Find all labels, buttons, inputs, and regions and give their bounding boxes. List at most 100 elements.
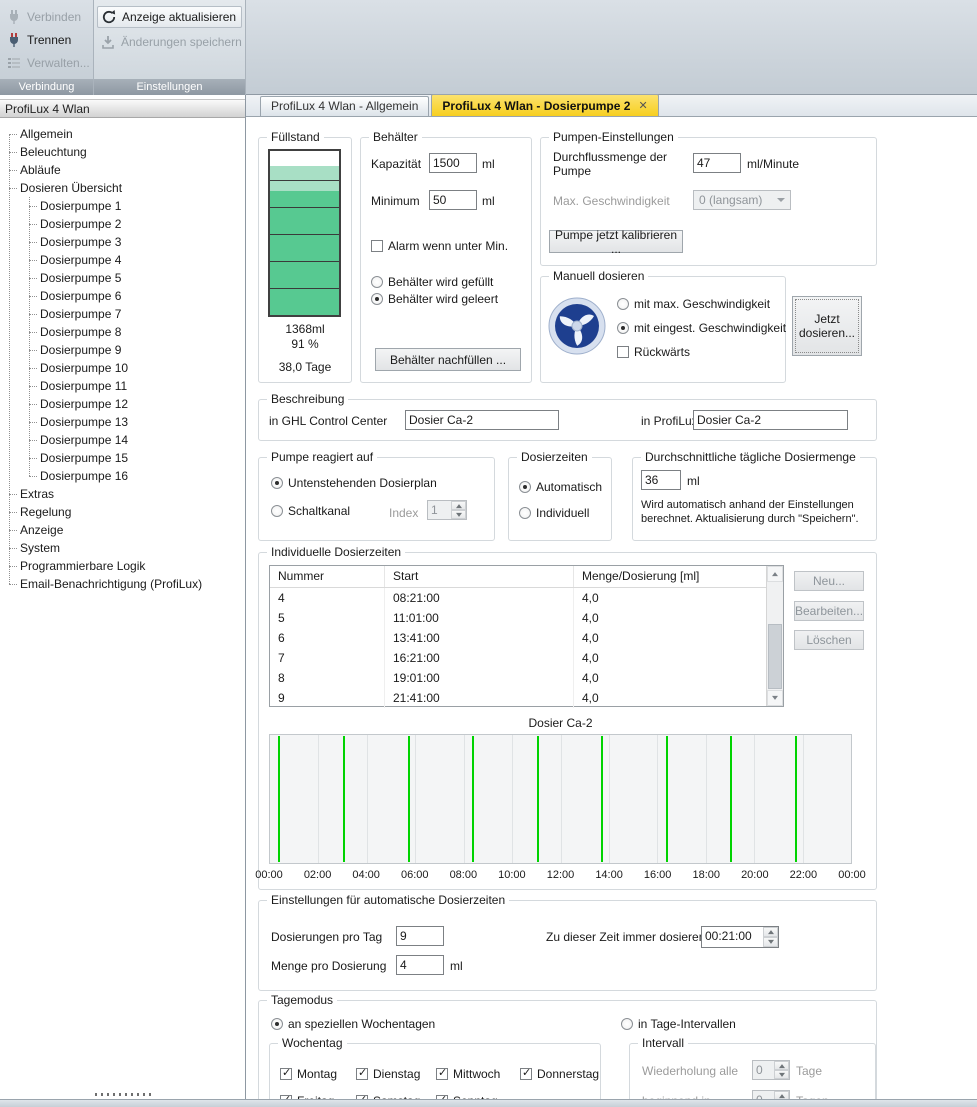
weekday-checkbox-dienstag[interactable]: Dienstag bbox=[356, 1067, 436, 1081]
sidebar-item-email-benachrichtigung-profilux[interactable]: Email-Benachrichtigung (ProfiLux) bbox=[0, 575, 245, 593]
sidebar-item-dosierpumpe-4[interactable]: Dosierpumpe 4 bbox=[0, 251, 245, 269]
weekday-checkbox-mittwoch[interactable]: Mittwoch bbox=[436, 1067, 520, 1081]
wochentage-radio[interactable]: an speziellen Wochentagen bbox=[271, 1017, 435, 1031]
tab-label: ProfiLux 4 Wlan - Allgemein bbox=[271, 99, 418, 113]
table-row[interactable]: 613:41:004,0 bbox=[270, 628, 766, 648]
column-header[interactable]: Menge/Dosierung [ml] bbox=[574, 566, 766, 587]
scroll-up-button[interactable] bbox=[767, 566, 783, 582]
scrollbar-thumb[interactable] bbox=[768, 624, 782, 689]
column-header[interactable]: Start bbox=[385, 566, 574, 587]
close-icon[interactable] bbox=[638, 96, 647, 116]
spinner-up-icon[interactable] bbox=[774, 1091, 789, 1099]
spinner-down-icon[interactable] bbox=[763, 937, 778, 947]
bearbeiten-button[interactable]: Bearbeiten... bbox=[794, 601, 864, 621]
connect-button[interactable]: Verbinden bbox=[3, 6, 90, 28]
spinner-up-icon[interactable] bbox=[451, 501, 466, 510]
save-changes-button[interactable]: Änderungen speichern bbox=[97, 31, 242, 53]
loeschen-button[interactable]: Löschen bbox=[794, 630, 864, 650]
splitter-grip[interactable] bbox=[95, 1093, 153, 1096]
pumpen-einstellungen-title: Pumpen-Einstellungen bbox=[549, 130, 678, 144]
sidebar-item-system[interactable]: System bbox=[0, 539, 245, 557]
spinner-down-icon[interactable] bbox=[451, 510, 466, 519]
intervall-radio[interactable]: in Tage-Intervallen bbox=[621, 1017, 736, 1031]
tab-allgemein[interactable]: ProfiLux 4 Wlan - Allgemein bbox=[260, 96, 429, 116]
sidebar-item-anzeige[interactable]: Anzeige bbox=[0, 521, 245, 539]
table-row[interactable]: 819:01:004,0 bbox=[270, 668, 766, 688]
fixe-zeit-spinner[interactable]: 00:21:00 bbox=[701, 926, 779, 948]
table-cell: 13:41:00 bbox=[385, 628, 574, 648]
scroll-down-button[interactable] bbox=[767, 690, 783, 706]
sidebar-item-regelung[interactable]: Regelung bbox=[0, 503, 245, 521]
sidebar-item-dosierpumpe-12[interactable]: Dosierpumpe 12 bbox=[0, 395, 245, 413]
kalibrieren-button[interactable]: Pumpe jetzt kalibrieren ... bbox=[549, 230, 683, 253]
dosiermenge-input[interactable] bbox=[641, 470, 681, 490]
dosierungen-pro-tag-input[interactable] bbox=[396, 926, 444, 946]
sidebar-item-dosierpumpe-9[interactable]: Dosierpumpe 9 bbox=[0, 341, 245, 359]
refresh-view-button[interactable]: Anzeige aktualisieren bbox=[97, 6, 242, 28]
table-row[interactable]: 511:01:004,0 bbox=[270, 608, 766, 628]
sidebar-item-dosierpumpe-14[interactable]: Dosierpumpe 14 bbox=[0, 431, 245, 449]
nachfuellen-button[interactable]: Behälter nachfüllen ... bbox=[375, 348, 521, 371]
alarm-checkbox[interactable]: Alarm wenn unter Min. bbox=[371, 239, 508, 253]
durchfluss-input[interactable] bbox=[693, 153, 741, 173]
sidebar-item-dosierpumpe-16[interactable]: Dosierpumpe 16 bbox=[0, 467, 245, 485]
weekday-checkbox-montag[interactable]: Montag bbox=[280, 1067, 356, 1081]
wiederholung-label: Wiederholung alle bbox=[642, 1064, 738, 1078]
sidebar-item-allgemein[interactable]: Allgemein bbox=[0, 125, 245, 143]
automatisch-radio[interactable]: Automatisch bbox=[519, 480, 602, 494]
sidebar-item-dosierpumpe-10[interactable]: Dosierpumpe 10 bbox=[0, 359, 245, 377]
sidebar-item-dosierpumpe-6[interactable]: Dosierpumpe 6 bbox=[0, 287, 245, 305]
sidebar-item-dosierpumpe-5[interactable]: Dosierpumpe 5 bbox=[0, 269, 245, 287]
ghl-name-input[interactable] bbox=[405, 410, 559, 430]
dosing-table-body: 408:21:004,0511:01:004,0613:41:004,0716:… bbox=[270, 588, 766, 708]
tab-dosierpumpe-2[interactable]: ProfiLux 4 Wlan - Dosierpumpe 2 bbox=[431, 94, 658, 116]
spinner-down-icon[interactable] bbox=[774, 1070, 789, 1079]
kapazitaet-input[interactable] bbox=[429, 153, 477, 173]
menge-pro-dosierung-input[interactable] bbox=[396, 955, 444, 975]
max-speed-radio[interactable]: mit max. Geschwindigkeit bbox=[617, 297, 770, 311]
profilux-name-input[interactable] bbox=[693, 410, 848, 430]
individuell-radio[interactable]: Individuell bbox=[519, 506, 589, 520]
behaelter-gefuellt-radio[interactable]: Behälter wird gefüllt bbox=[371, 275, 493, 289]
spinner-up-icon[interactable] bbox=[774, 1061, 789, 1070]
max-geschwindigkeit-dropdown[interactable]: 0 (langsam) bbox=[693, 190, 791, 210]
schaltkanal-radio[interactable]: Schaltkanal bbox=[271, 504, 350, 518]
behaelter-geleert-radio[interactable]: Behälter wird geleert bbox=[371, 292, 498, 306]
column-header[interactable]: Nummer bbox=[270, 566, 385, 587]
sidebar-item-abl-ufe[interactable]: Abläufe bbox=[0, 161, 245, 179]
radio-icon bbox=[271, 477, 283, 489]
spinner-up-icon[interactable] bbox=[763, 927, 778, 937]
sidebar-item-extras[interactable]: Extras bbox=[0, 485, 245, 503]
sidebar-item-dosierpumpe-11[interactable]: Dosierpumpe 11 bbox=[0, 377, 245, 395]
weekday-grid: MontagDienstagMittwochDonnerstagFreitagS… bbox=[280, 1060, 630, 1099]
table-row[interactable]: 408:21:004,0 bbox=[270, 588, 766, 608]
index-spinner[interactable]: 1 bbox=[427, 500, 467, 520]
dosierplan-radio[interactable]: Untenstehenden Dosierplan bbox=[271, 476, 437, 490]
sidebar-item-dosierpumpe-2[interactable]: Dosierpumpe 2 bbox=[0, 215, 245, 233]
sidebar-item-dosieren-bersicht[interactable]: Dosieren Übersicht bbox=[0, 179, 245, 197]
rueckwaerts-checkbox[interactable]: Rückwärts bbox=[617, 345, 690, 359]
wiederholung-spinner[interactable]: 0 bbox=[752, 1060, 790, 1080]
jetzt-dosieren-button[interactable]: Jetzt dosieren... bbox=[792, 296, 862, 356]
sidebar-item-dosierpumpe-13[interactable]: Dosierpumpe 13 bbox=[0, 413, 245, 431]
set-speed-radio[interactable]: mit eingest. Geschwindigkeit bbox=[617, 321, 786, 335]
table-scrollbar[interactable] bbox=[766, 566, 783, 706]
table-row[interactable]: 921:41:004,0 bbox=[270, 688, 766, 708]
beschreibung-title: Beschreibung bbox=[267, 392, 348, 406]
manage-button[interactable]: Verwalten... bbox=[3, 52, 90, 74]
minimum-input[interactable] bbox=[429, 190, 477, 210]
weekday-checkbox-donnerstag[interactable]: Donnerstag bbox=[520, 1067, 630, 1081]
disconnect-button[interactable]: Trennen bbox=[3, 29, 90, 51]
sidebar-item-dosierpumpe-15[interactable]: Dosierpumpe 15 bbox=[0, 449, 245, 467]
sidebar-item-dosierpumpe-7[interactable]: Dosierpumpe 7 bbox=[0, 305, 245, 323]
table-row[interactable]: 716:21:004,0 bbox=[270, 648, 766, 668]
table-cell: 4,0 bbox=[574, 648, 766, 668]
neu-button[interactable]: Neu... bbox=[794, 571, 864, 591]
sidebar-item-beleuchtung[interactable]: Beleuchtung bbox=[0, 143, 245, 161]
sidebar-item-dosierpumpe-1[interactable]: Dosierpumpe 1 bbox=[0, 197, 245, 215]
sidebar-item-dosierpumpe-8[interactable]: Dosierpumpe 8 bbox=[0, 323, 245, 341]
sidebar-item-dosierpumpe-3[interactable]: Dosierpumpe 3 bbox=[0, 233, 245, 251]
beginnend-spinner[interactable]: 0 bbox=[752, 1090, 790, 1099]
radio-icon bbox=[519, 507, 531, 519]
sidebar-item-programmierbare-logik[interactable]: Programmierbare Logik bbox=[0, 557, 245, 575]
